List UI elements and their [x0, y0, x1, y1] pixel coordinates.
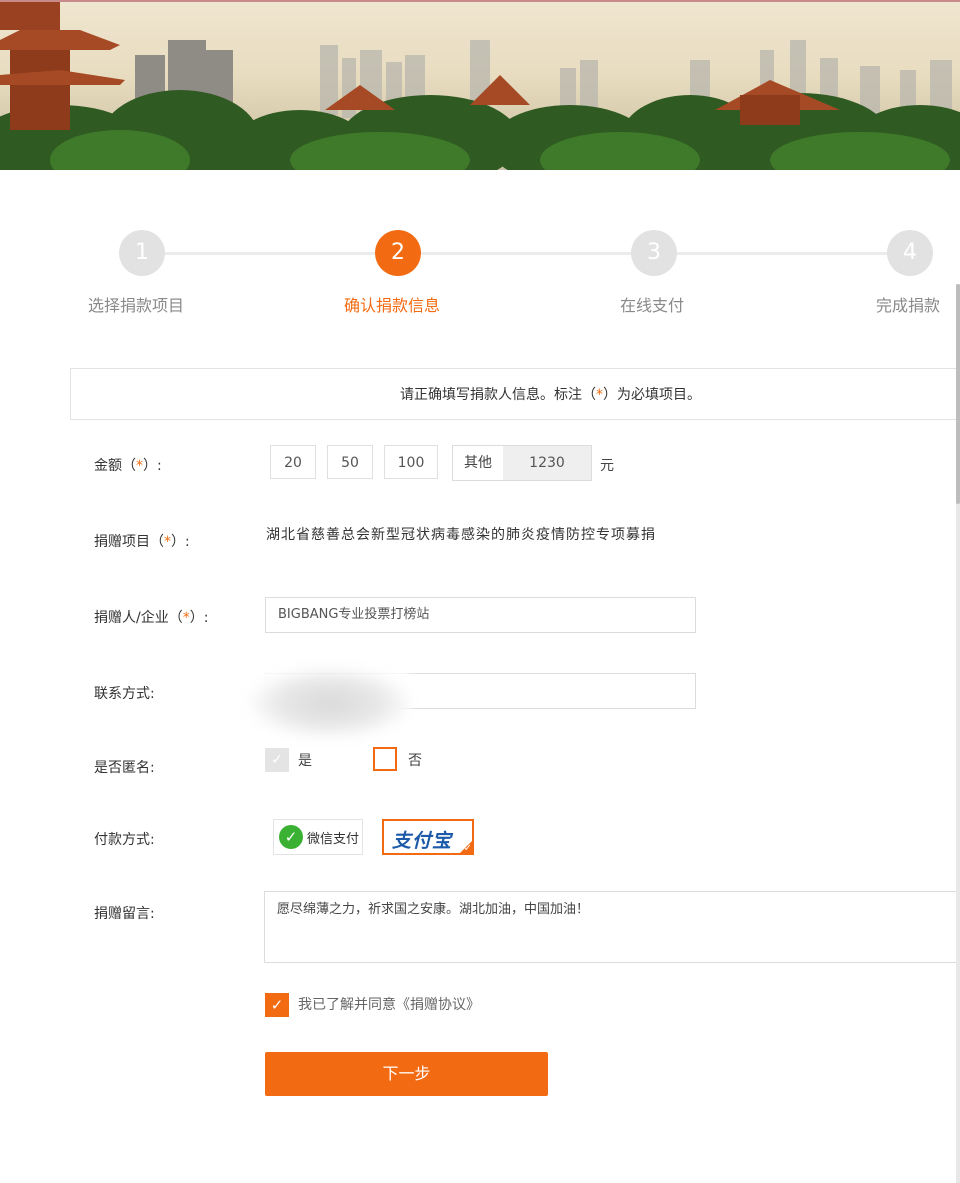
step-4-circle: 4 [887, 230, 933, 276]
step-connector [142, 252, 398, 255]
payment-label: 付款方式: [94, 832, 155, 848]
donor-label: 捐赠人/企业（*）: [94, 607, 208, 627]
amount-other-field[interactable]: 其他 1230 [452, 445, 592, 481]
contact-redaction-blur [250, 668, 410, 738]
alipay-option[interactable]: 支付宝 ✓ [382, 819, 474, 855]
required-fields-notice: 请正确填写捐款人信息。标注（*）为必填项目。 [70, 368, 960, 420]
step-4-label: 完成捐款 [876, 296, 941, 315]
anonymous-no-label: 否 [408, 753, 422, 769]
amount-other-label: 其他 [453, 446, 503, 480]
step-1-label: 选择捐款项目 [88, 296, 185, 315]
step-connector [654, 252, 910, 255]
message-textarea[interactable]: 愿尽绵薄之力，祈求国之安康。湖北加油，中国加油！ [264, 891, 960, 963]
anonymous-label: 是否匿名: [94, 760, 155, 776]
check-icon: ✓ [270, 996, 284, 1014]
amount-unit: 元 [600, 458, 614, 474]
step-3-label: 在线支付 [620, 296, 685, 315]
notice-text-after: ）为必填项目。 [603, 387, 701, 403]
step-connector [398, 252, 654, 255]
amount-other-input[interactable]: 1230 [503, 446, 591, 480]
wechat-pay-logo-icon: ✓ [279, 825, 303, 849]
required-star: * [596, 387, 603, 403]
header-banner [0, 0, 960, 170]
anonymous-yes-checkbox[interactable]: ✓ [265, 748, 289, 772]
required-star: * [182, 610, 190, 626]
step-2-label: 确认捐款信息 [344, 296, 441, 315]
required-star: * [136, 458, 143, 474]
amount-label-text: 金额（ [94, 458, 136, 474]
donor-label-text: 捐赠人/企业（ [94, 610, 183, 626]
donor-label-end: ）: [189, 610, 209, 626]
amount-label: 金额（*）: [94, 455, 162, 475]
next-step-button[interactable]: 下一步 [265, 1052, 548, 1096]
project-label-end: ）: [171, 534, 190, 550]
agree-text[interactable]: 我已了解并同意《捐赠协议》 [298, 994, 480, 1014]
amount-option-100[interactable]: 100 [384, 445, 438, 479]
alipay-logo-text: 支付宝 [392, 830, 453, 852]
scrollbar-thumb[interactable] [956, 284, 960, 504]
contact-label: 联系方式: [94, 686, 155, 702]
amount-option-50[interactable]: 50 [327, 445, 373, 479]
check-icon: ✓ [271, 752, 283, 768]
amount-label-end: ）: [143, 458, 162, 474]
wechat-pay-option[interactable]: ✓ 微信支付 [273, 819, 363, 855]
step-3-circle: 3 [631, 230, 677, 276]
check-icon: ✓ [463, 843, 472, 854]
amount-option-20[interactable]: 20 [270, 445, 316, 479]
notice-text-before: 请正确填写捐款人信息。标注（ [400, 387, 596, 403]
project-value: 湖北省慈善总会新型冠状病毒感染的肺炎疫情防控专项募捐 [266, 527, 656, 543]
agree-checkbox[interactable]: ✓ [265, 993, 289, 1017]
anonymous-no-checkbox[interactable] [373, 747, 397, 771]
wechat-pay-label: 微信支付 [307, 831, 360, 847]
project-label-text: 捐赠项目（ [94, 534, 164, 550]
step-2-circle: 2 [375, 230, 421, 276]
anonymous-yes-label: 是 [298, 753, 312, 769]
banner-city-scene [0, 0, 960, 170]
message-label: 捐赠留言: [94, 906, 155, 922]
required-star: * [164, 534, 171, 550]
banner-top-edge [0, 0, 960, 2]
step-1-circle: 1 [119, 230, 165, 276]
project-label: 捐赠项目（*）: [94, 531, 190, 551]
donor-input[interactable]: BIGBANG专业投票打榜站 [265, 597, 696, 633]
